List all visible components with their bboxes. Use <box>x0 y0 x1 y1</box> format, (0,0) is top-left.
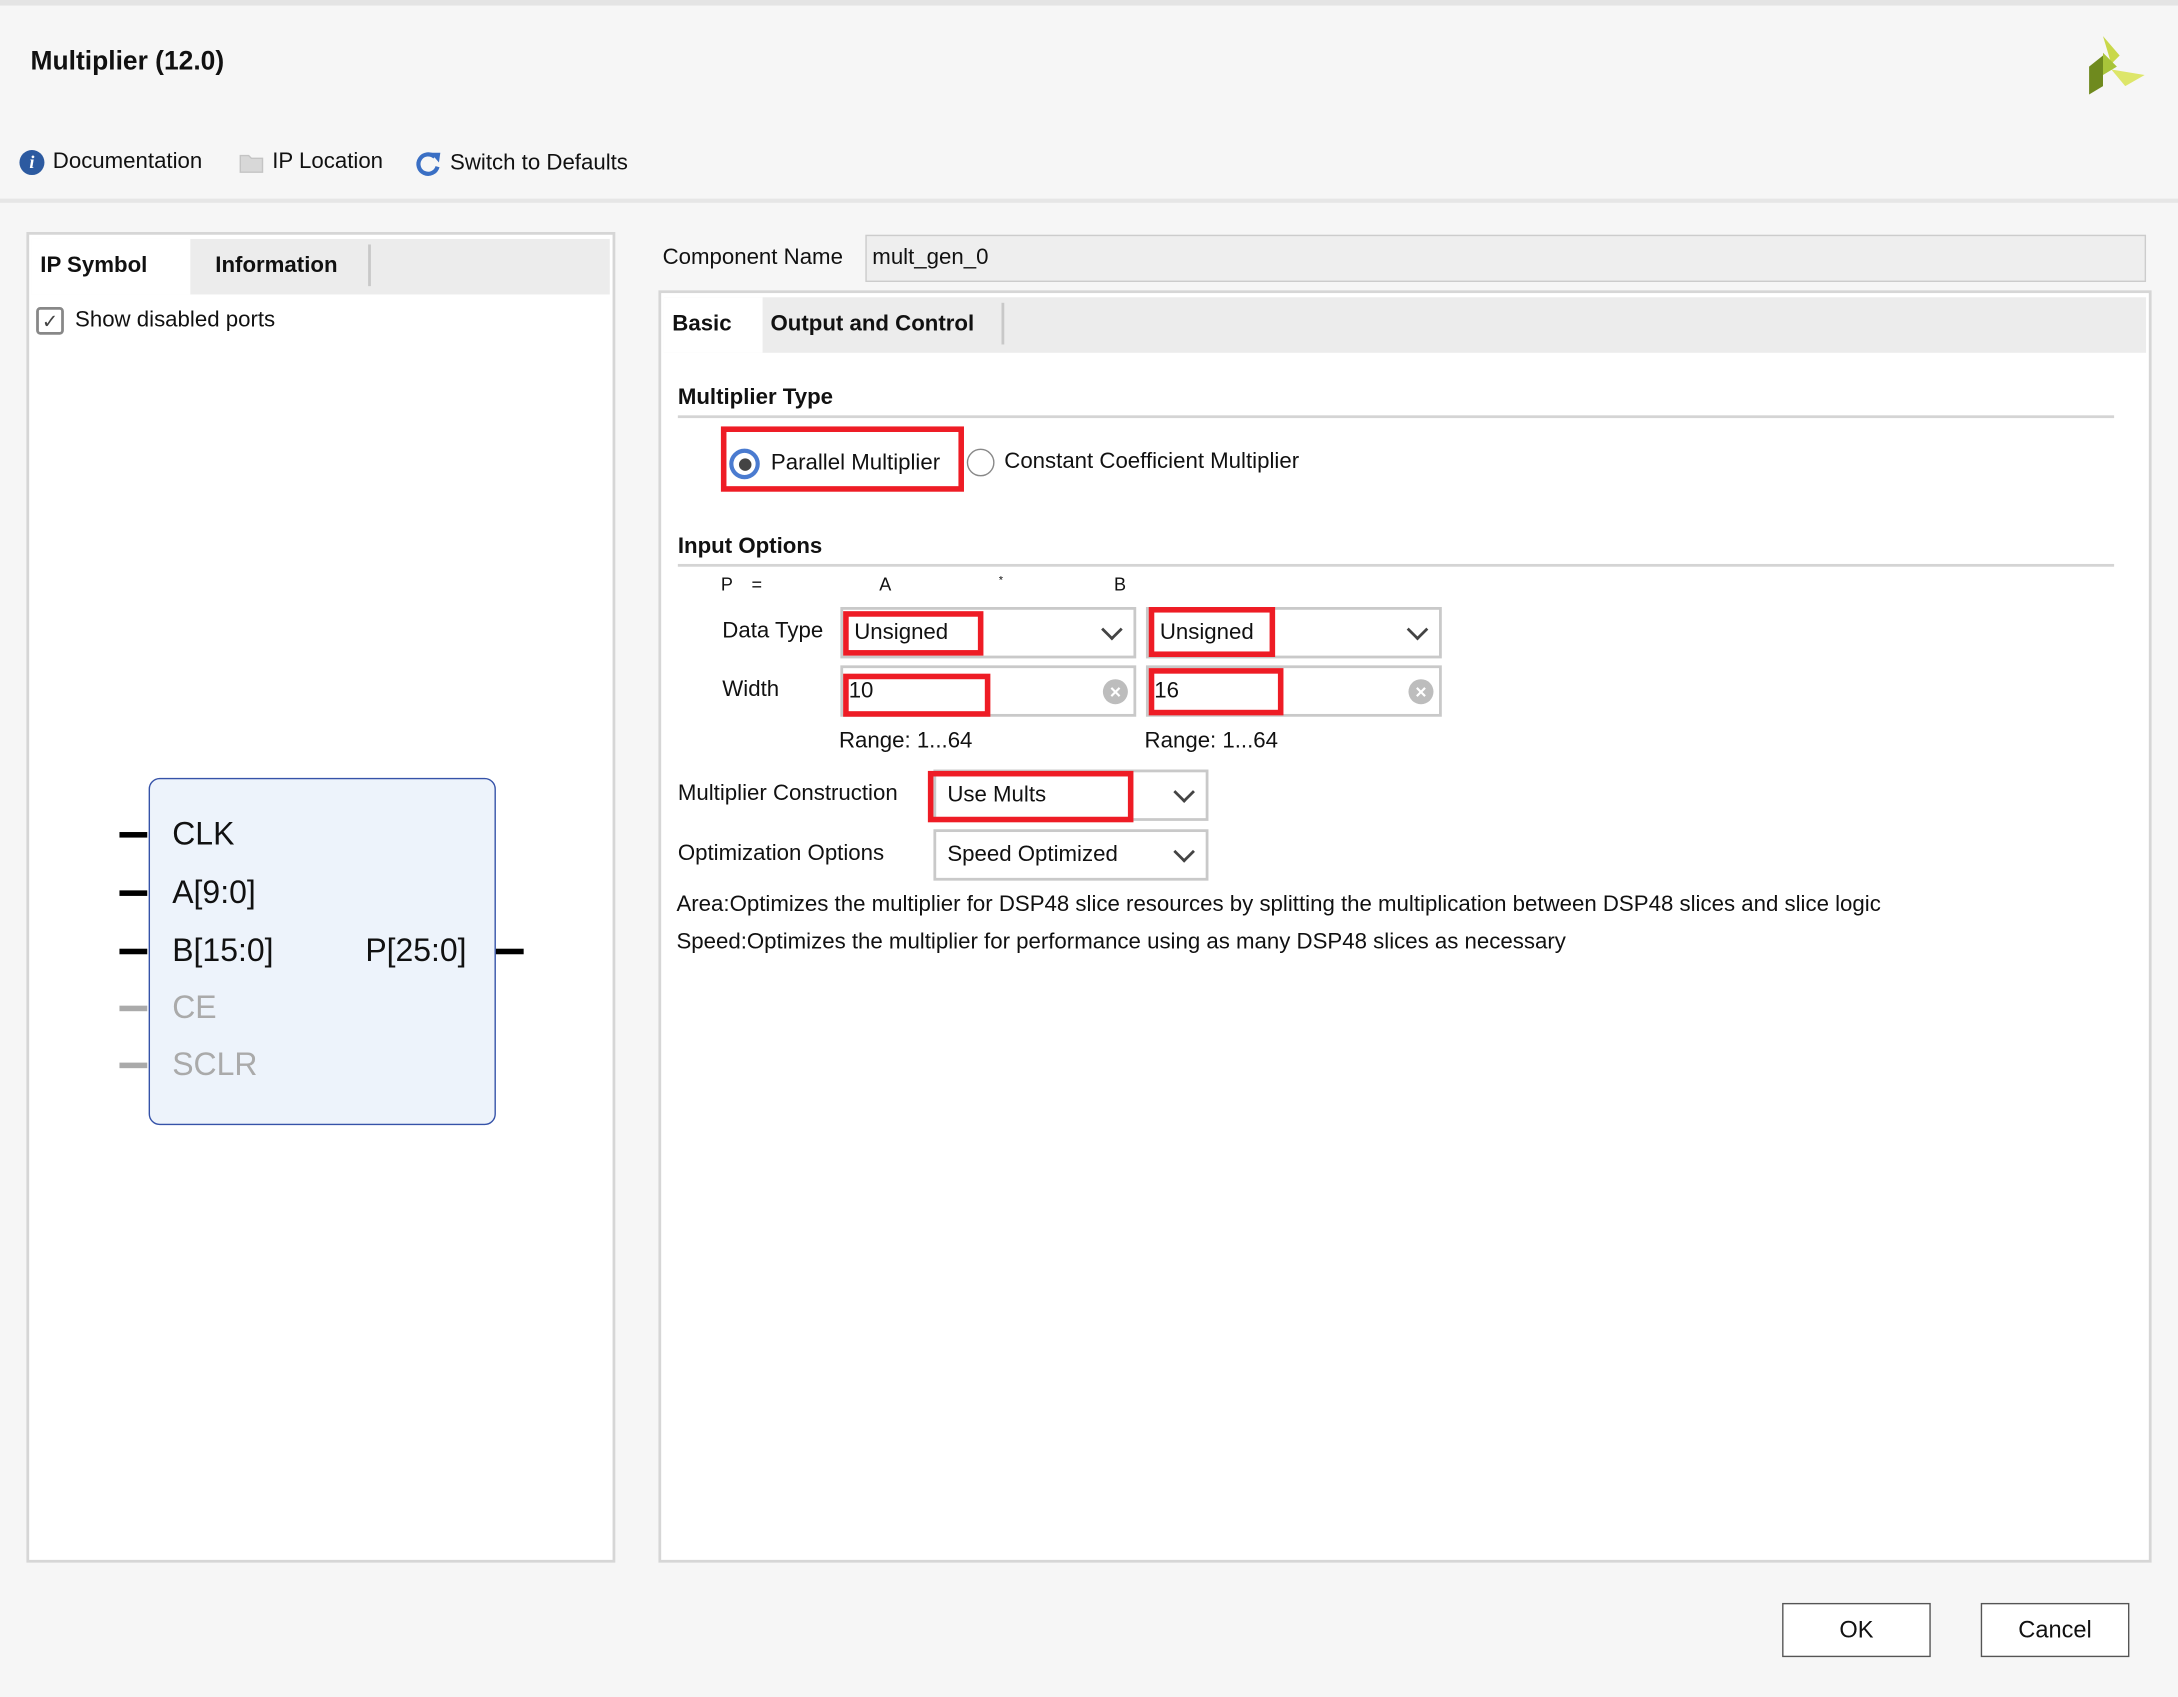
radio-unselected-icon <box>966 448 995 477</box>
chevron-down-icon <box>1173 840 1195 862</box>
pin-a <box>119 890 148 896</box>
optimization-options-value: Speed Optimized <box>947 842 1118 867</box>
port-b: B[15:0] <box>172 932 274 969</box>
ip-symbol-panel: IP Symbol Information ✓ Show disabled po… <box>26 231 616 1563</box>
multiplier-construction-select[interactable]: Use Mults <box>933 769 1209 821</box>
ip-location-label: IP Location <box>272 150 384 174</box>
area-note: Area:Optimizes the multiplier for DSP48 … <box>676 893 1881 917</box>
radio-selected-icon <box>729 448 760 480</box>
chevron-down-icon <box>1406 618 1429 640</box>
data-type-label: Data Type <box>722 619 824 644</box>
documentation-label: Documentation <box>52 150 203 174</box>
tab-output-and-control[interactable]: Output and Control <box>762 297 1002 353</box>
parallel-multiplier-label: Parallel Multiplier <box>770 451 941 476</box>
port-sclr: SCLR <box>172 1045 258 1083</box>
port-ce: CE <box>172 988 217 1026</box>
tab-divider <box>368 244 371 287</box>
switch-to-defaults-label: Switch to Defaults <box>450 151 628 176</box>
component-name-label: Component Name <box>662 245 843 270</box>
equation-p: P <box>720 573 733 595</box>
clear-icon[interactable]: × <box>1102 678 1128 704</box>
data-type-a-value: Unsigned <box>854 620 949 644</box>
cancel-button[interactable]: Cancel <box>1980 1602 2130 1658</box>
equation-times: * <box>998 573 1004 587</box>
width-b-input[interactable]: 16 × <box>1145 665 1442 717</box>
multiplier-construction-value: Use Mults <box>947 782 1047 807</box>
dialog-title: Multiplier (12.0) <box>30 47 225 77</box>
constant-coefficient-label: Constant Coefficient Multiplier <box>1004 450 1300 474</box>
tab-basic[interactable]: Basic <box>663 297 763 353</box>
width-a-value: 10 <box>848 678 874 703</box>
data-type-b-select[interactable]: Unsigned <box>1145 607 1442 659</box>
switch-to-defaults-button[interactable]: Switch to Defaults <box>414 150 628 178</box>
radio-constant-coefficient-multiplier[interactable]: Constant Coefficient Multiplier <box>966 448 1300 477</box>
optimization-options-select[interactable]: Speed Optimized <box>933 829 1209 881</box>
data-type-a-select[interactable]: Unsigned <box>840 607 1137 659</box>
right-tab-bar: Basic Output and Control <box>663 297 2147 353</box>
multiplier-dialog: Multiplier (12.0) i Documentation IP Loc… <box>0 0 2178 1697</box>
input-options-heading: Input Options <box>677 534 823 559</box>
pin-b <box>119 948 148 955</box>
chevron-down-icon <box>1173 780 1195 803</box>
width-label: Width <box>722 677 780 702</box>
multiplier-construction-label: Multiplier Construction <box>677 782 898 806</box>
window-top-border <box>0 0 2178 6</box>
pin-clk <box>119 832 148 838</box>
pin-ce <box>119 1005 148 1012</box>
data-type-b-value: Unsigned <box>1159 620 1254 644</box>
folder-icon <box>239 154 264 173</box>
left-tab-bar: IP Symbol Information <box>31 238 610 295</box>
configuration-panel: Basic Output and Control <box>658 290 2152 1563</box>
section-divider <box>677 563 2115 567</box>
radio-parallel-multiplier[interactable]: Parallel Multiplier <box>729 448 941 480</box>
port-clk: CLK <box>172 815 235 852</box>
tab-ip-symbol[interactable]: IP Symbol <box>31 238 191 295</box>
optimization-options-label: Optimization Options <box>677 841 885 866</box>
toolbar-divider <box>0 198 2178 203</box>
port-a: A[9:0] <box>172 873 256 910</box>
show-disabled-ports-label: Show disabled ports <box>75 308 276 332</box>
documentation-button[interactable]: i Documentation <box>19 150 203 176</box>
pin-p <box>495 948 524 955</box>
tab-divider <box>1001 302 1005 345</box>
equation-b: B <box>1114 573 1127 595</box>
pin-sclr <box>119 1062 148 1069</box>
equation-a: A <box>879 573 892 595</box>
tab-information[interactable]: Information <box>190 239 368 295</box>
port-p: P[25:0] <box>365 932 467 969</box>
component-name-input[interactable]: mult_gen_0 <box>865 234 2147 282</box>
width-b-value: 16 <box>1154 678 1180 703</box>
chevron-down-icon <box>1101 618 1123 640</box>
refresh-icon <box>416 152 441 176</box>
range-b-label: Range: 1...64 <box>1144 729 1279 753</box>
info-icon: i <box>19 150 45 176</box>
ip-location-button[interactable]: IP Location <box>239 150 383 175</box>
section-divider <box>677 415 2115 419</box>
ok-button[interactable]: OK <box>1782 1602 1931 1658</box>
show-disabled-ports-checkbox[interactable]: ✓ Show disabled ports <box>36 306 276 335</box>
range-a-label: Range: 1...64 <box>838 729 973 753</box>
speed-note: Speed:Optimizes the multiplier for perfo… <box>676 930 1566 955</box>
equation-equals: = <box>751 573 763 595</box>
clear-icon[interactable]: × <box>1408 678 1434 704</box>
width-a-input[interactable]: 10 × <box>840 665 1137 717</box>
multiplier-type-heading: Multiplier Type <box>677 386 834 410</box>
xilinx-logo-icon <box>2089 36 2145 95</box>
checkbox-checked-icon: ✓ <box>36 306 64 335</box>
